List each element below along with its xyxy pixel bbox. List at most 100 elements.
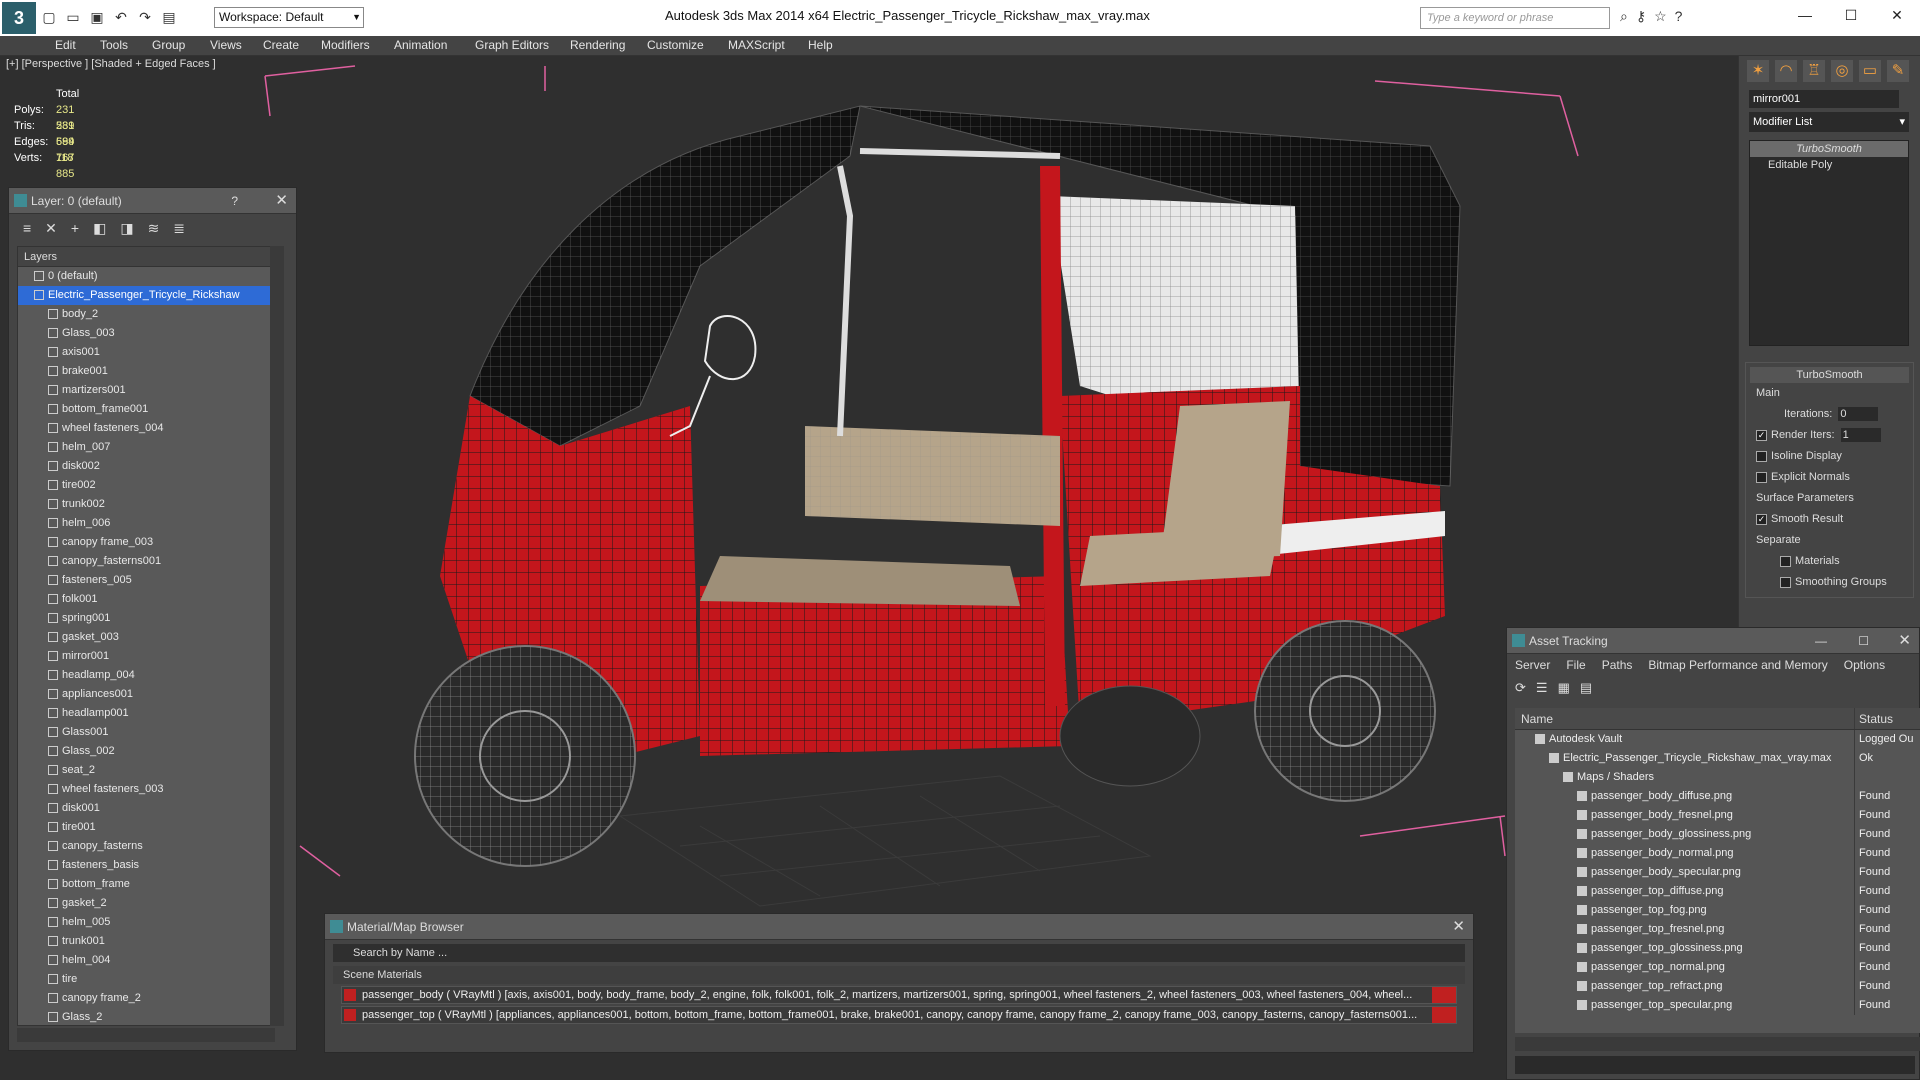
- object-row[interactable]: canopy frame_003: [18, 533, 274, 552]
- object-row[interactable]: helm_004: [18, 951, 274, 970]
- workspace-dropdown[interactable]: Workspace: Default ▼: [214, 7, 364, 28]
- stack-item-editable-poly[interactable]: Editable Poly: [1750, 157, 1908, 173]
- menu-views[interactable]: Views: [210, 38, 242, 52]
- highlight-layer-icon[interactable]: ◨: [120, 220, 133, 236]
- object-row[interactable]: trunk002: [18, 495, 274, 514]
- hierarchy-tab-icon[interactable]: ♖: [1803, 60, 1825, 82]
- save-icon[interactable]: ▣: [88, 8, 106, 26]
- object-row[interactable]: seat_2: [18, 761, 274, 780]
- open-file-icon[interactable]: ▭: [64, 8, 82, 26]
- explicit-normals-checkbox[interactable]: [1756, 471, 1767, 483]
- col-name[interactable]: Name: [1515, 708, 1855, 729]
- layer-row[interactable]: 0 (default): [18, 267, 274, 286]
- object-row[interactable]: canopy_fasterns001: [18, 552, 274, 571]
- object-name-field[interactable]: mirror001: [1749, 90, 1899, 108]
- object-row[interactable]: tire002: [18, 476, 274, 495]
- object-row[interactable]: Glass001: [18, 723, 274, 742]
- asset-row[interactable]: Maps / Shaders: [1515, 768, 1920, 787]
- layer-panel-titlebar[interactable]: Layer: 0 (default) ? ✕: [9, 188, 296, 214]
- col-status[interactable]: Status: [1855, 708, 1920, 729]
- vertical-scrollbar[interactable]: [270, 246, 284, 1026]
- menu-animation[interactable]: Animation: [394, 38, 447, 52]
- binoculars-icon[interactable]: ⌕: [1620, 8, 1628, 25]
- object-row[interactable]: bottom_frame001: [18, 400, 274, 419]
- object-row[interactable]: body_2: [18, 305, 274, 324]
- object-row[interactable]: canopy frame_2: [18, 989, 274, 1008]
- asset-row[interactable]: Electric_Passenger_Tricycle_Rickshaw_max…: [1515, 749, 1920, 768]
- object-row[interactable]: fasteners_basis: [18, 856, 274, 875]
- mat-panel-titlebar[interactable]: Material/Map Browser ✕: [325, 914, 1473, 940]
- object-row[interactable]: fasteners_005: [18, 571, 274, 590]
- smoothing-groups-checkbox[interactable]: [1780, 576, 1791, 588]
- object-row[interactable]: disk002: [18, 457, 274, 476]
- object-row[interactable]: tire001: [18, 818, 274, 837]
- object-row[interactable]: appliances001: [18, 685, 274, 704]
- object-row[interactable]: canopy_fasterns: [18, 837, 274, 856]
- refresh-icon[interactable]: ⟳: [1515, 680, 1526, 698]
- add-to-layer-icon[interactable]: +: [71, 220, 79, 236]
- menu-customize[interactable]: Customize: [647, 38, 704, 52]
- material-row[interactable]: passenger_top ( VRayMtl ) [appliances, a…: [341, 1006, 1457, 1024]
- horizontal-scrollbar[interactable]: [17, 1028, 275, 1042]
- motion-tab-icon[interactable]: ◎: [1831, 60, 1853, 82]
- list-view-icon[interactable]: ☰: [1536, 680, 1548, 698]
- search-input[interactable]: Type a keyword or phrase: [1420, 7, 1610, 29]
- new-file-icon[interactable]: ▢: [40, 8, 58, 26]
- render-iters-checkbox[interactable]: ✓: [1756, 429, 1767, 441]
- object-row[interactable]: gasket_2: [18, 894, 274, 913]
- asset-row[interactable]: Autodesk Vault Logged Ou: [1515, 730, 1920, 749]
- help-icon[interactable]: ?: [231, 188, 238, 214]
- help-icon[interactable]: ?: [1675, 8, 1683, 25]
- render-iters-spinner[interactable]: 1: [1840, 428, 1881, 443]
- modify-tab-icon[interactable]: ◠: [1775, 60, 1797, 82]
- menu-help[interactable]: Help: [808, 38, 833, 52]
- object-row[interactable]: headlamp_004: [18, 666, 274, 685]
- asset-menu-bitmap[interactable]: Bitmap Performance and Memory: [1648, 654, 1827, 676]
- layer-row[interactable]: Electric_Passenger_Tricycle_Rickshaw: [18, 286, 274, 305]
- project-icon[interactable]: ▤: [160, 8, 178, 26]
- object-row[interactable]: brake001: [18, 362, 274, 381]
- asset-row[interactable]: passenger_top_normal.png Found: [1515, 958, 1920, 977]
- menu-graph-editors[interactable]: Graph Editors: [475, 38, 549, 52]
- menu-create[interactable]: Create: [263, 38, 299, 52]
- close-icon[interactable]: ✕: [1898, 628, 1911, 654]
- asset-row[interactable]: passenger_top_fog.png Found: [1515, 901, 1920, 920]
- menu-rendering[interactable]: Rendering: [570, 38, 625, 52]
- close-icon[interactable]: ✕: [1874, 0, 1920, 30]
- smooth-result-checkbox[interactable]: ✓: [1756, 513, 1767, 525]
- asset-row[interactable]: passenger_body_normal.png Found: [1515, 844, 1920, 863]
- asset-menu-paths[interactable]: Paths: [1602, 654, 1633, 676]
- hide-all-icon[interactable]: ≋: [148, 220, 160, 236]
- modifier-list-dropdown[interactable]: Modifier List ▾: [1749, 112, 1909, 132]
- asset-row[interactable]: passenger_top_glossiness.png Found: [1515, 939, 1920, 958]
- object-row[interactable]: axis001: [18, 343, 274, 362]
- scene-materials-group[interactable]: Scene Materials: [333, 966, 1465, 984]
- redo-icon[interactable]: ↷: [136, 8, 154, 26]
- asset-menu-options[interactable]: Options: [1844, 654, 1885, 676]
- asset-row[interactable]: passenger_top_fresnel.png Found: [1515, 920, 1920, 939]
- asset-row[interactable]: passenger_body_glossiness.png Found: [1515, 825, 1920, 844]
- create-tab-icon[interactable]: ✶: [1747, 60, 1769, 82]
- object-row[interactable]: headlamp001: [18, 704, 274, 723]
- object-row[interactable]: helm_005: [18, 913, 274, 932]
- delete-layer-icon[interactable]: ✕: [45, 220, 57, 236]
- asset-row[interactable]: passenger_top_specular.png Found: [1515, 996, 1920, 1015]
- object-row[interactable]: mirror001: [18, 647, 274, 666]
- materials-checkbox[interactable]: [1780, 555, 1791, 567]
- display-tab-icon[interactable]: ▭: [1859, 60, 1881, 82]
- object-row[interactable]: spring001: [18, 609, 274, 628]
- stack-item-turbosmooth[interactable]: TurboSmooth: [1750, 141, 1908, 157]
- object-row[interactable]: wheel fasteners_004: [18, 419, 274, 438]
- app-logo-icon[interactable]: 3: [2, 2, 36, 34]
- undo-icon[interactable]: ↶: [112, 8, 130, 26]
- freeze-all-icon[interactable]: ≣: [173, 220, 185, 236]
- asset-menu-file[interactable]: File: [1566, 654, 1585, 676]
- object-row[interactable]: bottom_frame: [18, 875, 274, 894]
- material-row[interactable]: passenger_body ( VRayMtl ) [axis, axis00…: [341, 986, 1457, 1004]
- utilities-tab-icon[interactable]: ✎: [1887, 60, 1909, 82]
- horizontal-scrollbar[interactable]: [1515, 1037, 1920, 1051]
- create-layer-icon[interactable]: ≡: [23, 220, 31, 236]
- asset-row[interactable]: passenger_body_diffuse.png Found: [1515, 787, 1920, 806]
- object-row[interactable]: Glass_003: [18, 324, 274, 343]
- viewport-label[interactable]: [+] [Perspective ] [Shaded + Edged Faces…: [6, 58, 216, 70]
